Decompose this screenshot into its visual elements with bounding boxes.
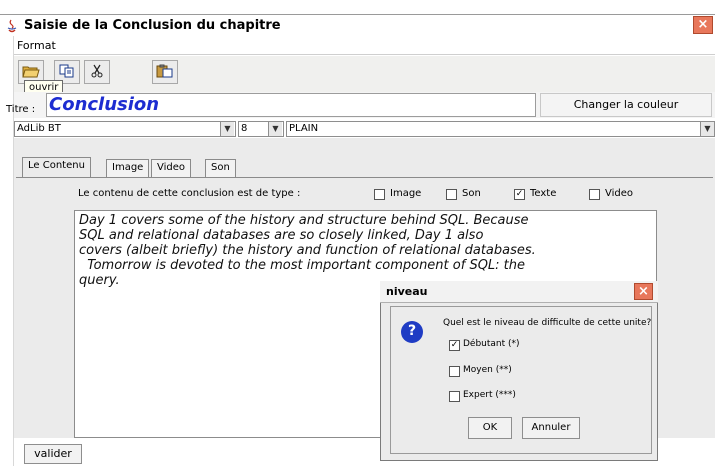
change-color-button[interactable]: Changer la couleur (540, 93, 712, 117)
menu-format[interactable]: Format (17, 39, 56, 52)
difficulty-question: Quel est le niveau de difficulte de cett… (443, 318, 652, 328)
font-style-dropdown-icon[interactable]: ▼ (700, 122, 714, 136)
window-titlebar: Saisie de la Conclusion du chapitre (0, 14, 715, 36)
niveau-dialog-body (390, 306, 652, 454)
moyen-checkbox[interactable] (449, 366, 460, 377)
open-folder-icon (22, 64, 40, 81)
font-size-value: 8 (241, 123, 248, 134)
toolbar (14, 56, 715, 92)
java-app-icon (4, 18, 20, 34)
expert-checkbox[interactable] (449, 391, 460, 402)
window-close-button[interactable]: × (693, 16, 713, 34)
question-icon: ? (401, 321, 423, 343)
cut-button[interactable] (84, 60, 110, 84)
tab-video[interactable]: Video (151, 159, 192, 177)
type-son-checkbox[interactable] (446, 189, 457, 200)
copy-icon (59, 64, 75, 81)
font-style-select[interactable]: PLAIN (286, 121, 715, 137)
font-size-dropdown-icon[interactable]: ▼ (268, 122, 282, 136)
window-title: Saisie de la Conclusion du chapitre (24, 18, 281, 33)
annuler-button[interactable]: Annuler (522, 417, 580, 439)
dialog-close-button[interactable]: × (634, 283, 653, 300)
type-video-checkbox[interactable] (589, 189, 600, 200)
debutant-label: Débutant (*) (463, 339, 520, 349)
scissors-icon (90, 64, 104, 81)
font-family-value: AdLib BT (17, 123, 61, 134)
title-input[interactable]: Conclusion (46, 93, 536, 117)
type-texte-label: Texte (530, 188, 557, 199)
type-son-label: Son (462, 188, 481, 199)
expert-label: Expert (***) (463, 390, 516, 400)
niveau-dialog-title: niveau (386, 285, 428, 298)
font-style-value: PLAIN (289, 123, 319, 134)
tab-le-contenu[interactable]: Le Contenu (22, 157, 91, 177)
debutant-checkbox[interactable]: ✓ (449, 340, 460, 351)
font-family-dropdown-icon[interactable]: ▼ (220, 122, 234, 136)
tab-son[interactable]: Son (205, 159, 236, 177)
tab-image[interactable]: Image (106, 159, 150, 177)
paste-button[interactable] (152, 60, 178, 84)
paste-clipboard-icon (156, 64, 174, 81)
menu-bar: Format (14, 37, 715, 55)
ok-button[interactable]: OK (468, 417, 512, 439)
type-image-checkbox[interactable] (374, 189, 385, 200)
window-left-frame (0, 36, 14, 466)
valider-button[interactable]: valider (24, 444, 82, 464)
type-image-label: Image (390, 188, 422, 199)
moyen-label: Moyen (**) (463, 365, 512, 375)
title-label: Titre : (6, 104, 36, 115)
type-video-label: Video (605, 188, 634, 199)
font-family-select[interactable]: AdLib BT (14, 121, 236, 137)
type-texte-checkbox[interactable]: ✓ (514, 189, 525, 200)
content-type-label: Le contenu de cette conclusion est de ty… (78, 188, 301, 199)
